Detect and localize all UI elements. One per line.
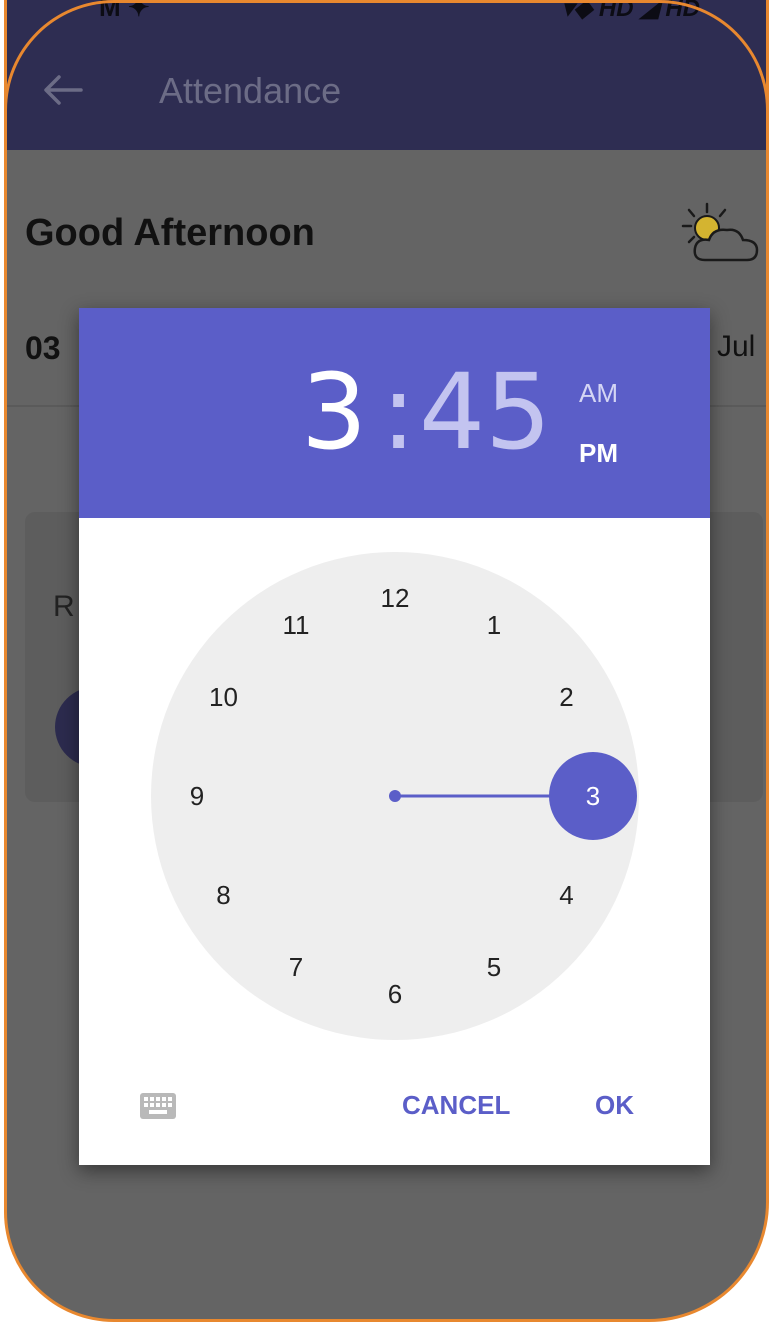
greeting-text: Good Afternoon — [25, 212, 315, 254]
clock-number-4[interactable]: 4 — [536, 875, 596, 915]
status-bar: M ✦ ▾◆ HD ◢ HD — [7, 0, 766, 24]
clock-number-5[interactable]: 5 — [464, 947, 524, 987]
clock-number-11[interactable]: 11 — [266, 605, 326, 645]
am-toggle[interactable]: AM — [579, 378, 618, 409]
clock-center-dot — [389, 790, 401, 802]
clock-number-7[interactable]: 7 — [266, 947, 326, 987]
status-left-icons: M ✦ — [99, 0, 150, 22]
back-arrow-icon[interactable] — [41, 68, 85, 112]
clock-number-10[interactable]: 10 — [194, 677, 254, 717]
app-bar: M ✦ ▾◆ HD ◢ HD Attendance — [7, 0, 766, 150]
date-month: Jul — [717, 330, 756, 363]
status-right-icons: ▾◆ HD ◢ HD — [561, 0, 700, 22]
time-separator: : — [381, 351, 417, 473]
ok-button[interactable]: OK — [595, 1090, 634, 1121]
keyboard-icon[interactable] — [139, 1092, 177, 1120]
hour-display[interactable]: 3 — [301, 360, 367, 464]
clock-number-6[interactable]: 6 — [365, 974, 425, 1014]
minute-display[interactable]: 45 — [419, 360, 551, 464]
weather-partly-sunny-icon — [681, 202, 759, 262]
card-label: R — [53, 590, 75, 623]
clock-face[interactable]: 12 1 2 3 4 5 6 7 8 9 10 11 — [151, 552, 639, 1040]
clock-number-1[interactable]: 1 — [464, 605, 524, 645]
clock-number-2[interactable]: 2 — [536, 677, 596, 717]
time-picker-header: 3 : 45 AM PM — [79, 308, 710, 518]
clock-number-8[interactable]: 8 — [194, 875, 254, 915]
time-picker-dialog: 3 : 45 AM PM 12 1 2 3 4 5 6 7 8 9 10 11 CANCEL OK — [79, 308, 710, 1165]
cancel-button[interactable]: CANCEL — [402, 1090, 510, 1121]
page-title: Attendance — [159, 70, 342, 111]
clock-number-9[interactable]: 9 — [167, 776, 227, 816]
pm-toggle[interactable]: PM — [579, 438, 618, 469]
date-day: 03 — [25, 330, 61, 366]
phone-screen: M ✦ ▾◆ HD ◢ HD Attendance Good Afternoon… — [4, 0, 769, 1322]
clock-number-12[interactable]: 12 — [365, 578, 425, 618]
clock-number-3[interactable]: 3 — [563, 776, 623, 816]
